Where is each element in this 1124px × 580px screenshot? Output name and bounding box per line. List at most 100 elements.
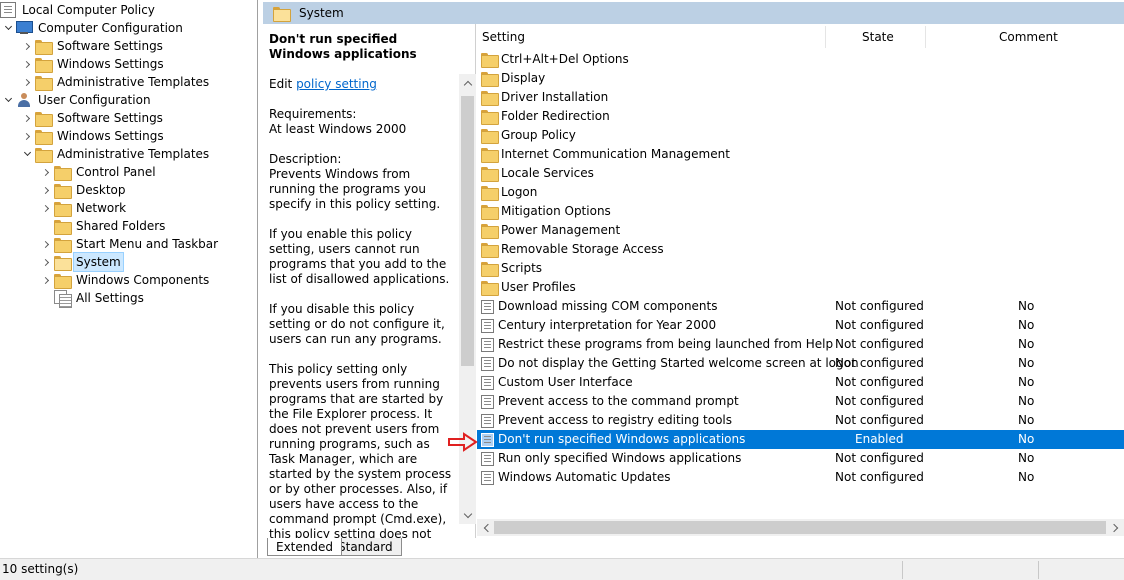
tree-item-label: Administrative Templates (57, 75, 210, 89)
category-row[interactable]: Folder Redirection (477, 107, 1124, 126)
tab-extended[interactable]: Extended (267, 538, 342, 556)
tree-item[interactable]: Software Settings (19, 37, 165, 55)
tree-item[interactable]: System (38, 252, 124, 272)
folder-icon (481, 167, 499, 182)
category-header: System (263, 2, 1124, 24)
setting-name: Display (501, 71, 546, 85)
chevron-right-icon[interactable] (19, 37, 35, 55)
chevron-right-icon[interactable] (38, 253, 54, 271)
horizontal-scroll-thumb[interactable] (494, 521, 1106, 534)
column-header-setting[interactable]: Setting (482, 24, 525, 50)
settings-list[interactable]: Setting State Comment Ctrl+Alt+Del Optio… (477, 24, 1124, 538)
setting-name-cell: Restrict these programs from being launc… (481, 335, 833, 354)
category-row[interactable]: Group Policy (477, 126, 1124, 145)
chevron-right-icon[interactable] (38, 181, 54, 199)
chevron-down-icon[interactable] (0, 19, 16, 37)
policy-row[interactable]: Century interpretation for Year 2000 Not … (477, 316, 1124, 335)
category-row[interactable]: Locale Services (477, 164, 1124, 183)
setting-name-cell: Do not display the Getting Started welco… (481, 354, 859, 373)
tree-item-label: Start Menu and Taskbar (76, 237, 219, 251)
chevron-down-icon[interactable] (0, 91, 16, 109)
setting-name: Don't run specified Windows applications (498, 432, 746, 446)
policy-row[interactable]: Prevent access to the command prompt Not … (477, 392, 1124, 411)
setting-comment: No (1018, 451, 1035, 465)
tree-item[interactable]: Computer Configuration (0, 19, 185, 37)
chevron-right-icon[interactable] (19, 55, 35, 73)
category-row[interactable]: Power Management (477, 221, 1124, 240)
setting-name: User Profiles (501, 280, 576, 294)
policy-row[interactable]: Run only specified Windows applications N… (477, 449, 1124, 468)
chevron-right-icon[interactable] (38, 163, 54, 181)
policy-row[interactable]: Don't run specified Windows applications… (477, 430, 1124, 449)
category-row[interactable]: Driver Installation (477, 88, 1124, 107)
category-row[interactable]: Scripts (477, 259, 1124, 278)
setting-name: Prevent access to registry editing tools (498, 413, 732, 427)
column-headers: Setting State Comment (477, 24, 1124, 50)
setting-name-cell: Logon (481, 183, 537, 202)
tree-item[interactable]: Start Menu and Taskbar (38, 235, 220, 253)
folder-icon (54, 237, 72, 253)
column-header-comment[interactable]: Comment (999, 24, 1058, 50)
description-scrollbar[interactable] (459, 74, 476, 524)
tree-item[interactable]: Local Computer Policy (0, 1, 157, 19)
chevron-right-icon[interactable] (19, 127, 35, 145)
tree-item[interactable]: Administrative Templates (19, 73, 211, 91)
tree-item[interactable]: Shared Folders (38, 217, 167, 235)
category-row[interactable]: User Profiles (477, 278, 1124, 297)
tree-item[interactable]: Software Settings (19, 109, 165, 127)
chevron-down-icon[interactable] (19, 145, 35, 163)
scroll-up-button[interactable] (459, 74, 476, 91)
policy-row[interactable]: Prevent access to registry editing tools… (477, 411, 1124, 430)
chevron-right-icon[interactable] (38, 235, 54, 253)
tree-item[interactable]: Desktop (38, 181, 128, 199)
setting-name: Download missing COM components (498, 299, 718, 313)
setting-name: Restrict these programs from being launc… (498, 337, 834, 351)
status-divider (902, 561, 903, 579)
chevron-right-icon[interactable] (19, 109, 35, 127)
setting-name: Custom User Interface (498, 375, 633, 389)
policy-row[interactable]: Windows Automatic Updates Not configured N… (477, 468, 1124, 487)
list-horizontal-scrollbar[interactable] (477, 519, 1124, 536)
policy-row[interactable]: Download missing COM components Not confi… (477, 297, 1124, 316)
computer-icon (16, 21, 33, 35)
edit-policy-setting-link[interactable]: policy setting (296, 77, 377, 91)
description-block: Description: Prevents Windows from runni… (269, 152, 455, 212)
tree-item[interactable]: Windows Components (38, 271, 211, 289)
tree-item[interactable]: Network (38, 199, 128, 217)
tree-item[interactable]: Administrative Templates (19, 145, 211, 163)
category-row[interactable]: Logon (477, 183, 1124, 202)
column-header-state[interactable]: State (862, 24, 894, 50)
scroll-right-button[interactable] (1107, 519, 1124, 536)
tree-item[interactable]: All Settings (38, 289, 146, 308)
tree-item[interactable]: Windows Settings (19, 127, 166, 145)
setting-state: Enabled (855, 432, 904, 446)
category-row[interactable]: Display (477, 69, 1124, 88)
policy-row[interactable]: Restrict these programs from being launc… (477, 335, 1124, 354)
tree-item[interactable]: Windows Settings (19, 55, 166, 73)
chevron-right-icon (1109, 523, 1118, 532)
policy-row[interactable]: Custom User Interface Not configured No (477, 373, 1124, 392)
folder-icon (54, 183, 72, 199)
category-row[interactable]: Mitigation Options (477, 202, 1124, 221)
tree-item[interactable]: User Configuration (0, 91, 153, 109)
category-row[interactable]: Ctrl+Alt+Del Options (477, 50, 1124, 69)
policy-row[interactable]: Do not display the Getting Started welco… (477, 354, 1124, 373)
tree-item[interactable]: Control Panel (38, 163, 158, 181)
description-scroll-thumb[interactable] (461, 96, 474, 366)
scroll-down-button[interactable] (459, 507, 476, 524)
category-row[interactable]: Removable Storage Access (477, 240, 1124, 259)
folder-icon (481, 110, 499, 125)
column-divider[interactable] (925, 26, 926, 48)
category-row[interactable]: Internet Communication Management (477, 145, 1124, 164)
folder-icon (35, 57, 53, 73)
chevron-right-icon[interactable] (38, 271, 54, 289)
tree-item-label: Windows Settings (57, 129, 164, 143)
description-disabled-text: If you disable this policy setting or do… (269, 302, 445, 346)
chevron-right-icon[interactable] (38, 199, 54, 217)
setting-name-cell: Locale Services (481, 164, 594, 183)
column-divider[interactable] (825, 26, 826, 48)
scroll-left-button[interactable] (477, 519, 494, 536)
chevron-right-icon[interactable] (19, 73, 35, 91)
navigation-tree[interactable]: Local Computer Policy Computer Configurat… (0, 0, 258, 558)
